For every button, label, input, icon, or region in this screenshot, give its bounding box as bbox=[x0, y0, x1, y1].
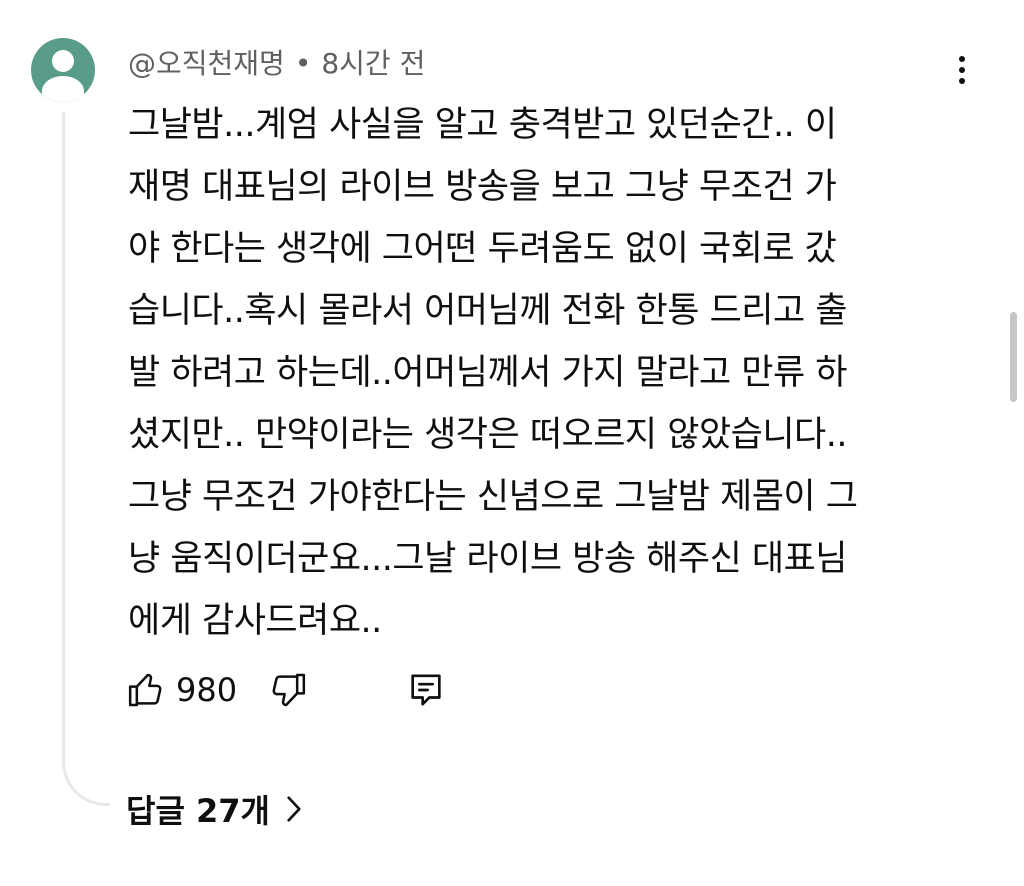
reply-thread-connector bbox=[62, 112, 110, 806]
view-replies-button[interactable]: 답글 27개 bbox=[126, 786, 304, 836]
user-avatar[interactable] bbox=[31, 38, 95, 102]
menu-dot bbox=[959, 78, 965, 84]
menu-dot bbox=[959, 67, 965, 73]
comment-meta: @오직천재명 • 8시간 전 bbox=[128, 44, 425, 84]
reply-comment-icon[interactable] bbox=[406, 670, 446, 714]
avatar-body-shape bbox=[42, 76, 84, 102]
replies-count-label: 답글 27개 bbox=[126, 792, 270, 830]
more-options-button[interactable] bbox=[944, 50, 980, 90]
comment-time: 8시간 전 bbox=[321, 47, 426, 80]
avatar-head-shape bbox=[52, 50, 74, 72]
thumbs-down-icon[interactable] bbox=[268, 670, 308, 714]
like-count: 980 bbox=[176, 671, 238, 709]
menu-dot bbox=[959, 56, 965, 62]
comment-actions: 980 bbox=[126, 664, 456, 716]
meta-separator: • bbox=[294, 47, 312, 80]
comment-text: 그날밤...계엄 사실을 알고 충격받고 있던순간.. 이 재명 대표님의 라이… bbox=[128, 105, 858, 641]
thumbs-up-icon[interactable] bbox=[126, 670, 166, 714]
scrollbar-thumb[interactable] bbox=[1010, 312, 1017, 402]
chevron-right-icon bbox=[284, 794, 304, 828]
author-handle[interactable]: @오직천재명 bbox=[128, 47, 285, 80]
